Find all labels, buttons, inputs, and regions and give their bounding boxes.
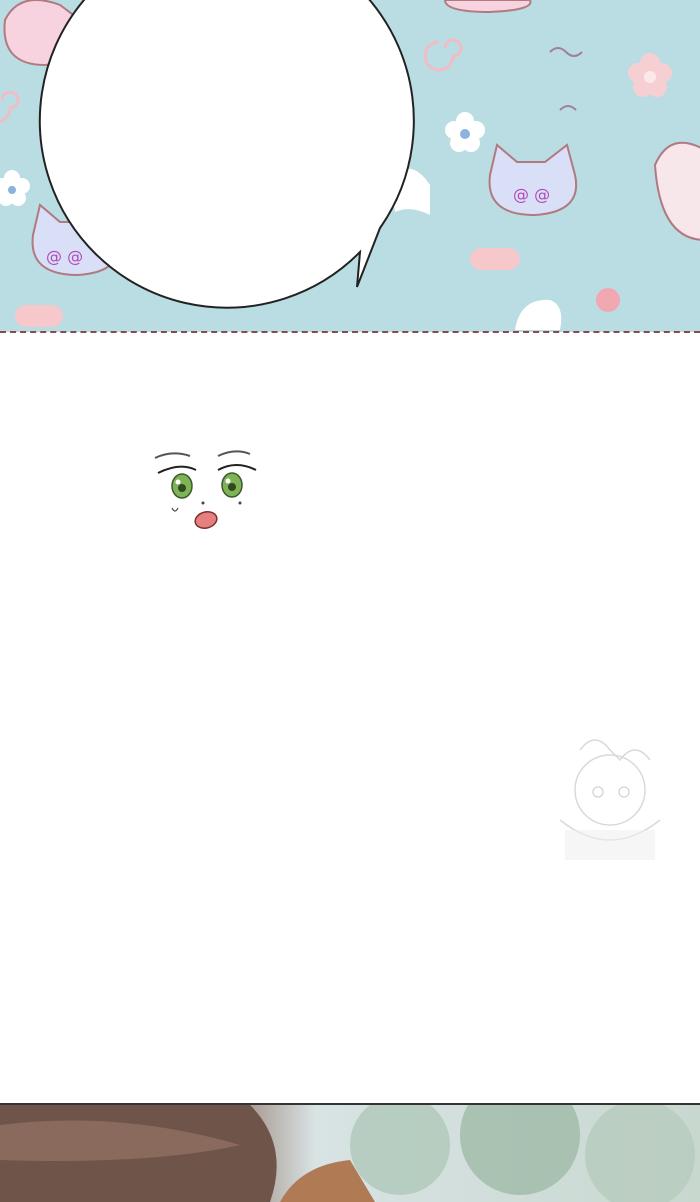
faint-chibi-sketch: [559, 739, 661, 860]
speech-balloon: [38, 0, 415, 529]
chibi-face: [154, 450, 257, 529]
next-panel-preview: [0, 1103, 700, 1202]
scene-illustration: [0, 1105, 695, 1202]
